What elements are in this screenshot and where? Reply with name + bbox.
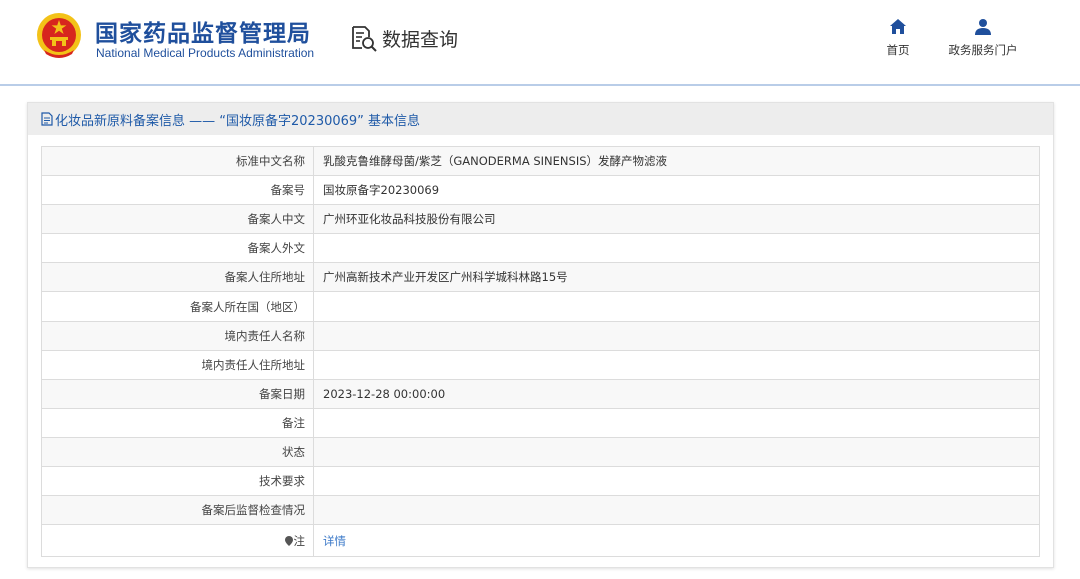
pin-icon	[284, 535, 293, 546]
table-row: 状态	[41, 436, 1040, 468]
table-row: 境内责任人住所地址	[41, 349, 1040, 380]
table-row: 备案人中文 广州环亚化妆品科技股份有限公司	[41, 204, 1040, 235]
row-label: 状态	[41, 436, 314, 468]
row-label: 境内责任人住所地址	[41, 349, 314, 380]
nav-service-portal[interactable]: 政务服务门户	[940, 18, 1026, 58]
row-label: 备案后监督检查情况	[41, 495, 314, 526]
data-query-label: 数据查询	[382, 28, 459, 51]
table-row: 标准中文名称 乳酸克鲁维酵母菌/紫芝（GANODERMA SINENSIS）发酵产…	[41, 145, 1040, 177]
note-label: 注	[293, 533, 306, 548]
table-row: 备案人住所地址 广州高新技术产业开发区广州科学城科林路15号	[41, 262, 1040, 293]
row-value	[313, 233, 1040, 264]
row-label: 标准中文名称	[41, 145, 314, 177]
table-row-note: 注 详情	[41, 524, 1040, 558]
table-row: 技术要求	[41, 466, 1040, 497]
row-label: 备案人住所地址	[41, 262, 314, 293]
record-info-panel: 化妆品新原料备案信息 —— “国妆原备字20230069” 基本信息 标准中文名…	[27, 102, 1054, 568]
nav-home-label: 首页	[886, 43, 910, 57]
row-value: 国妆原备字20230069	[313, 175, 1040, 206]
row-value	[313, 291, 1040, 322]
data-query-icon	[352, 26, 377, 52]
table-row: 备案日期 2023-12-28 00:00:00	[41, 378, 1040, 409]
row-label: 备案号	[41, 175, 314, 206]
row-label: 备案人外文	[41, 233, 314, 264]
row-label: 备案日期	[41, 378, 314, 409]
row-value	[313, 436, 1040, 468]
site-logo-title[interactable]: 国家药品监督管理局	[95, 14, 311, 48]
nav-service-portal-label: 政务服务门户	[948, 43, 1018, 57]
table-row: 境内责任人名称	[41, 320, 1040, 351]
site-logo-subtitle: National Medical Products Administration	[96, 46, 315, 60]
data-query-link[interactable]: 数据查询	[350, 24, 458, 52]
row-value: 2023-12-28 00:00:00	[313, 378, 1040, 409]
row-label: 技术要求	[41, 466, 314, 497]
row-label: 备注	[41, 407, 314, 438]
table-row: 备案后监督检查情况	[41, 495, 1040, 526]
row-value	[313, 495, 1040, 526]
row-value: 乳酸克鲁维酵母菌/紫芝（GANODERMA SINENSIS）发酵产物滤液	[313, 145, 1040, 177]
row-value: 广州高新技术产业开发区广州科学城科林路15号	[313, 262, 1040, 293]
document-icon	[41, 112, 53, 126]
nav-home[interactable]: 首页	[878, 18, 918, 58]
home-icon	[890, 19, 906, 34]
user-icon	[975, 19, 991, 35]
row-value	[313, 407, 1040, 438]
row-label: 境内责任人名称	[41, 320, 314, 351]
row-value: 详情	[313, 524, 1040, 558]
row-label: 注	[41, 524, 314, 558]
site-header: 国家药品监督管理局 National Medical Products Admi…	[0, 0, 1080, 86]
row-value	[313, 349, 1040, 380]
row-value	[313, 466, 1040, 497]
table-row: 备案人所在国（地区）	[41, 291, 1040, 322]
row-label: 备案人中文	[41, 204, 314, 235]
panel-title: 化妆品新原料备案信息 —— “国妆原备字20230069” 基本信息	[55, 113, 421, 129]
row-label: 备案人所在国（地区）	[41, 291, 314, 322]
panel-header: 化妆品新原料备案信息 —— “国妆原备字20230069” 基本信息	[28, 103, 1053, 135]
row-value	[313, 320, 1040, 351]
details-link[interactable]: 详情	[323, 534, 346, 548]
national-emblem-icon	[37, 13, 81, 58]
table-row: 备案号 国妆原备字20230069	[41, 175, 1040, 206]
table-row: 备案人外文	[41, 233, 1040, 264]
row-value: 广州环亚化妆品科技股份有限公司	[313, 204, 1040, 235]
record-info-table: 标准中文名称 乳酸克鲁维酵母菌/紫芝（GANODERMA SINENSIS）发酵产…	[41, 145, 1040, 558]
table-row: 备注	[41, 407, 1040, 438]
